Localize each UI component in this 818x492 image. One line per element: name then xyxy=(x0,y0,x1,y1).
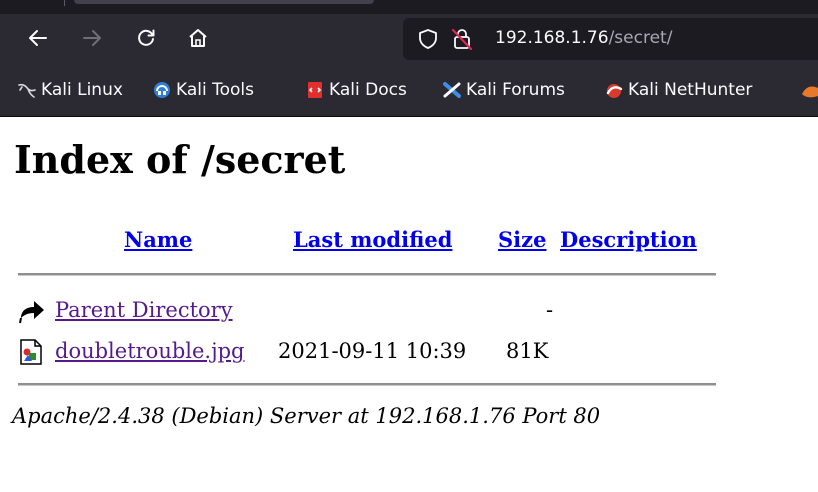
column-header-size[interactable]: Size xyxy=(498,227,546,252)
row-last-modified: 2021-09-11 10:39 xyxy=(278,339,467,363)
column-header-name[interactable]: Name xyxy=(124,227,192,252)
bookmark-kali-linux[interactable]: Kali Linux xyxy=(18,80,123,100)
insecure-lock-icon[interactable] xyxy=(451,27,473,51)
url-path: /secret/ xyxy=(608,28,673,48)
back-icon xyxy=(19,301,44,324)
bookmark-overflow-icon[interactable] xyxy=(800,82,818,100)
column-header-last-modified[interactable]: Last modified xyxy=(293,227,452,252)
kali-dragon-icon xyxy=(18,83,36,98)
footer-divider xyxy=(18,383,716,386)
server-signature: Apache/2.4.38 (Debian) Server at 192.168… xyxy=(12,404,601,428)
forward-button[interactable] xyxy=(78,24,106,52)
row-size: 81K xyxy=(506,339,549,363)
url-host: 192.168.1.76 xyxy=(495,28,609,48)
reload-button[interactable] xyxy=(132,24,160,52)
url-text[interactable]: 192.168.1.76/secret/ xyxy=(495,28,672,48)
url-bar[interactable]: 192.168.1.76/secret/ xyxy=(403,18,818,60)
file-link[interactable]: doubletrouble.jpg xyxy=(55,339,245,363)
kali-docs-icon xyxy=(308,82,322,98)
bookmark-label: Kali NetHunter xyxy=(628,80,753,100)
arrow-left-icon xyxy=(29,30,47,46)
bookmark-label: Kali Tools xyxy=(176,80,254,100)
kali-nethunter-icon xyxy=(606,84,623,98)
bookmark-kali-tools[interactable]: Kali Tools xyxy=(153,80,254,100)
bookmarks-toolbar: Kali Linux Kali Tools Kali Docs Kali For… xyxy=(0,64,818,117)
bookmark-label: Kali Linux xyxy=(41,80,123,100)
header-divider xyxy=(18,273,716,276)
arrow-right-icon xyxy=(83,30,101,46)
shield-icon[interactable] xyxy=(417,28,439,50)
reload-icon xyxy=(138,29,155,46)
column-header-description[interactable]: Description xyxy=(560,227,697,252)
bookmark-kali-nethunter[interactable]: Kali NetHunter xyxy=(605,80,752,100)
back-button[interactable] xyxy=(24,24,52,52)
bookmark-kali-forums[interactable]: Kali Forums xyxy=(443,80,565,100)
row-size: - xyxy=(546,298,554,322)
kali-tools-icon xyxy=(154,82,170,98)
parent-directory-link[interactable]: Parent Directory xyxy=(55,298,233,322)
active-tab[interactable] xyxy=(74,0,374,4)
kali-forums-icon xyxy=(443,82,461,98)
tab-separator xyxy=(64,0,65,6)
home-icon xyxy=(189,29,207,47)
tab-strip xyxy=(0,0,818,7)
image-file-icon xyxy=(20,339,42,365)
page-content: Index of /secret Name Last modified Size… xyxy=(0,117,818,492)
bookmark-label: Kali Forums xyxy=(466,80,565,100)
bookmark-kali-docs[interactable]: Kali Docs xyxy=(306,80,407,100)
home-button[interactable] xyxy=(184,24,212,52)
page-title: Index of /secret xyxy=(14,137,346,182)
navigation-toolbar: 192.168.1.76/secret/ xyxy=(0,14,818,64)
browser-chrome: 192.168.1.76/secret/ Kali Linux Kali Too… xyxy=(0,0,818,117)
bookmark-label: Kali Docs xyxy=(329,80,407,100)
